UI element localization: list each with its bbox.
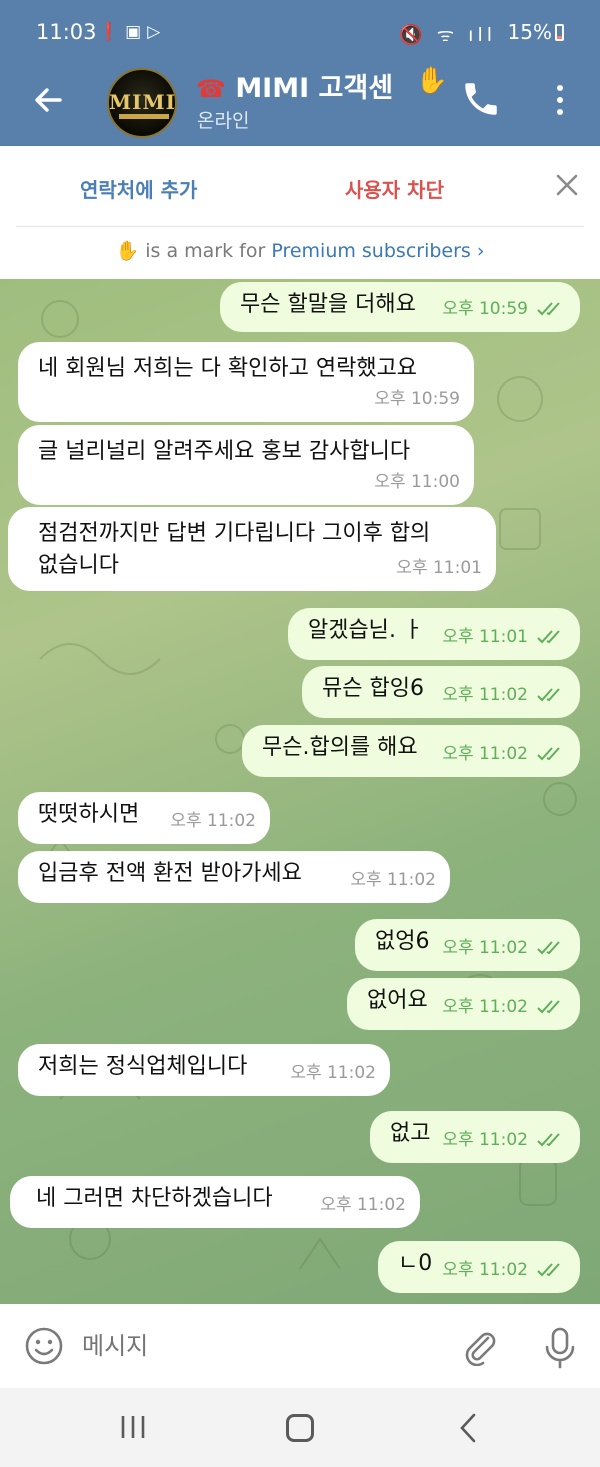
notification-icons: ❗▣▷ [98, 22, 167, 42]
contact-action-bar: 연락처에 추가 사용자 차단 [0, 146, 600, 226]
message-text: 네 회원님 저희는 다 확인하고 연락했고요 [38, 356, 418, 381]
double-check-icon [537, 630, 560, 644]
message-text: 입금후 전액 환전 받아가세요 [38, 861, 302, 886]
message-time: 오후 11:02 [442, 680, 566, 710]
message-text: 무슨 할말을 더해요 [240, 292, 416, 317]
message-text: 없고 [390, 1121, 431, 1146]
message-text: 저희는 정식업체입니다 [38, 1054, 248, 1079]
message-text: 없어요 [367, 988, 428, 1013]
outgoing-message[interactable]: ㄴ0 오후 11:02 [378, 1241, 580, 1293]
incoming-message[interactable]: 네 회원님 저희는 다 확인하고 연락했고요 오후 10:59 [18, 342, 474, 422]
back-button[interactable] [28, 80, 68, 120]
avatar[interactable]: MIMI [107, 68, 177, 138]
double-check-icon [537, 1263, 560, 1277]
voice-record-button[interactable] [540, 1326, 580, 1370]
outgoing-message[interactable]: 없어요 오후 11:02 [347, 978, 580, 1030]
status-bar: 11:03 ❗▣▷ 🔇 ᯤ ıll 15% [0, 0, 600, 60]
message-composer [0, 1304, 600, 1388]
system-navigation-bar [0, 1388, 600, 1467]
incoming-message[interactable]: 떳떳하시면 오후 11:02 [18, 792, 270, 844]
message-time: 오후 11:02 [290, 1063, 376, 1083]
message-time: 오후 11:02 [320, 1195, 406, 1215]
incoming-message[interactable]: 네 그러면 차단하겠습니다 오후 11:02 [10, 1176, 420, 1228]
message-time: 오후 11:02 [442, 1255, 566, 1285]
outgoing-message[interactable]: 알겠습닏. ㅏ 오후 11:01 [288, 608, 580, 660]
attach-button[interactable] [460, 1326, 500, 1367]
premium-notice-text: is a mark for [145, 240, 266, 262]
system-back-button[interactable] [458, 1412, 478, 1444]
home-button[interactable] [286, 1414, 314, 1442]
avatar-band [119, 114, 169, 119]
double-check-icon [537, 1133, 560, 1147]
incoming-message[interactable]: 저희는 정식업체입니다 오후 11:02 [18, 1044, 390, 1096]
recent-apps-button[interactable] [118, 1414, 148, 1440]
emoji-button[interactable] [24, 1326, 64, 1366]
message-text: 점검전까지만 답변 기다립니다 그이후 합의 [38, 521, 431, 546]
incoming-message[interactable]: 입금후 전액 환전 받아가세요 오후 11:02 [18, 851, 450, 903]
close-icon [556, 174, 578, 196]
message-input[interactable] [82, 1332, 442, 1360]
chat-area[interactable]: 무슨 할말을 더해요 오후 10:59 네 회원님 저희는 다 확인하고 연락했… [0, 279, 600, 1304]
chat-title-text: MIMI 고객센 [235, 73, 394, 104]
message-time: 오후 11:01 [396, 558, 482, 578]
waving-hand-icon: ✋ [115, 240, 140, 262]
double-check-icon [537, 747, 560, 761]
message-text: 없엉6 [375, 929, 430, 954]
online-status: 온라인 [197, 110, 250, 132]
message-text: ㄴ0 [398, 1251, 433, 1276]
message-text: 글 널리널리 알려주세요 홍보 감사합니다 [38, 439, 411, 464]
outgoing-message[interactable]: 없엉6 오후 11:02 [355, 919, 580, 971]
message-time: 오후 11:01 [442, 622, 566, 652]
telephone-emoji-icon: ☎ [196, 75, 226, 103]
message-text: 알겠습닏. ㅏ [308, 618, 424, 643]
message-time: 오후 11:02 [442, 739, 566, 769]
system-icons: 🔇 ᯤ ıll [399, 24, 496, 46]
chevron-right-icon: › [476, 240, 485, 262]
call-button[interactable] [460, 78, 502, 120]
double-check-icon [537, 302, 560, 316]
message-text-line2: 없습니다 [38, 553, 119, 578]
incoming-message[interactable]: 점검전까지만 답변 기다립니다 그이후 합의 없습니다 오후 11:01 [8, 507, 496, 591]
message-text: 무슨.합의를 해요 [262, 735, 418, 760]
back-arrow-icon [35, 88, 62, 112]
waving-hand-emoji-icon: ✋ [411, 66, 448, 96]
more-vertical-icon [557, 85, 563, 91]
status-time: 11:03 [36, 20, 97, 44]
message-time: 오후 10:59 [442, 294, 566, 324]
paperclip-icon [465, 1332, 496, 1367]
message-time: 오후 11:02 [170, 811, 256, 831]
more-options-button[interactable] [545, 78, 575, 122]
avatar-logo: MIMI [109, 90, 176, 114]
message-time: 오후 11:02 [350, 870, 436, 890]
close-action-bar-button[interactable] [552, 170, 582, 200]
block-user-button[interactable]: 사용자 차단 [345, 174, 444, 203]
double-check-icon [537, 1000, 560, 1014]
message-time: 오후 10:59 [374, 389, 460, 409]
phone-icon [465, 83, 497, 115]
message-time: 오후 11:02 [442, 1125, 566, 1155]
message-text: 뮤슨 합잉6 [322, 676, 424, 701]
smiley-icon [25, 1327, 63, 1365]
premium-notice[interactable]: ✋ is a mark for Premium subscribers › [0, 227, 600, 279]
double-check-icon [537, 941, 560, 955]
message-text: 네 그러면 차단하겠습니다 [36, 1186, 273, 1211]
premium-link[interactable]: Premium subscribers [271, 240, 470, 262]
add-contact-button[interactable]: 연락처에 추가 [80, 174, 197, 203]
message-text: 떳떳하시면 [38, 802, 140, 827]
message-time: 오후 11:00 [374, 472, 460, 492]
battery-icon [555, 24, 564, 41]
battery-percent: 15% [507, 20, 552, 44]
outgoing-message[interactable]: 없고 오후 11:02 [370, 1111, 580, 1163]
chat-title[interactable]: ☎ MIMI 고객센 ✋ [196, 66, 448, 105]
microphone-icon [545, 1327, 575, 1369]
outgoing-message[interactable]: 무슨.합의를 해요 오후 11:02 [242, 725, 580, 777]
message-time: 오후 11:02 [442, 933, 566, 963]
double-check-icon [537, 688, 560, 702]
outgoing-message[interactable]: 뮤슨 합잉6 오후 11:02 [302, 666, 580, 718]
chat-header: MIMI ☎ MIMI 고객센 ✋ 온라인 [0, 60, 600, 146]
incoming-message[interactable]: 글 널리널리 알려주세요 홍보 감사합니다 오후 11:00 [18, 425, 474, 505]
outgoing-message[interactable]: 무슨 할말을 더해요 오후 10:59 [220, 282, 580, 332]
message-time: 오후 11:02 [442, 992, 566, 1022]
